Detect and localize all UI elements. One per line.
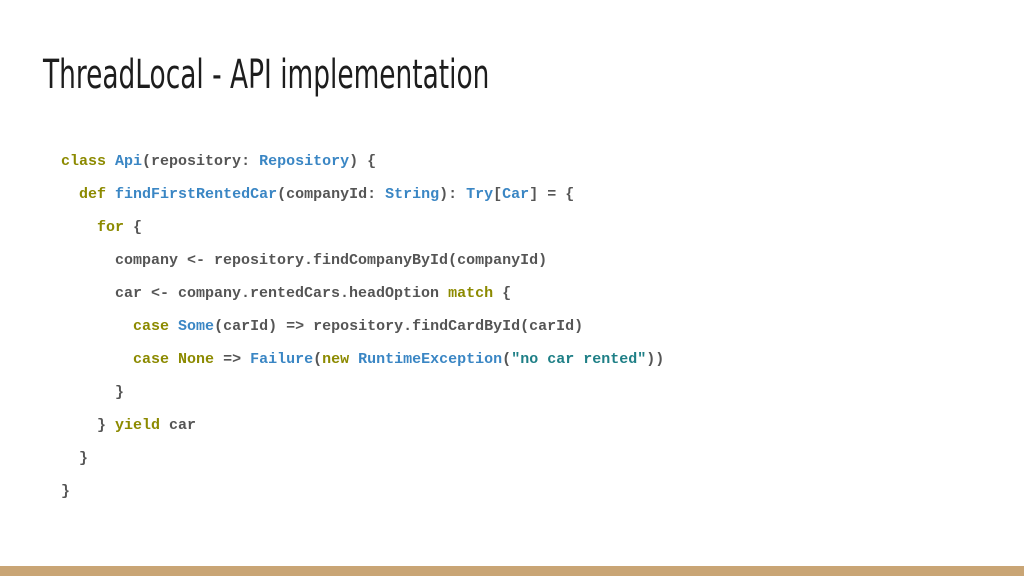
- code-token: ] = {: [529, 186, 575, 203]
- code-token: for: [97, 219, 125, 236]
- code-token: new: [322, 351, 350, 368]
- code-token: None: [178, 351, 215, 368]
- code-line: }: [61, 442, 664, 475]
- code-token: {: [493, 285, 512, 302]
- code-block: class Api(repository: Repository) { def …: [61, 145, 664, 508]
- code-line: }: [61, 376, 664, 409]
- code-token: ):: [439, 186, 467, 203]
- code-line: } yield car: [61, 409, 664, 442]
- code-token: (: [502, 351, 512, 368]
- code-token: Some: [178, 318, 215, 335]
- code-token: car: [160, 417, 197, 434]
- code-token: Api: [115, 153, 143, 170]
- code-token: "no car rented": [511, 351, 647, 368]
- code-token: match: [448, 285, 494, 302]
- code-token: def: [79, 186, 107, 203]
- code-line: class Api(repository: Repository) {: [61, 145, 664, 178]
- code-line: case Some(carId) => repository.findCardB…: [61, 310, 664, 343]
- code-token: Try: [466, 186, 494, 203]
- code-token: (repository:: [142, 153, 260, 170]
- code-token: ) {: [349, 153, 377, 170]
- code-token: Repository: [259, 153, 350, 170]
- code-line: car <- company.rentedCars.headOption mat…: [61, 277, 664, 310]
- code-token: {: [124, 219, 143, 236]
- slide-title: ThreadLocal - API implementation: [43, 52, 490, 98]
- code-token: }: [61, 450, 89, 467]
- code-token: case: [133, 318, 170, 335]
- code-token: case: [133, 351, 170, 368]
- code-token: (: [313, 351, 323, 368]
- code-token: (companyId:: [277, 186, 386, 203]
- code-token: [: [493, 186, 503, 203]
- code-token: RuntimeException: [358, 351, 503, 368]
- code-line: }: [61, 475, 664, 508]
- code-token: yield: [115, 417, 161, 434]
- code-token: Car: [502, 186, 530, 203]
- code-token: }: [61, 417, 116, 434]
- code-token: Failure: [250, 351, 314, 368]
- code-line: case None => Failure(new RuntimeExceptio…: [61, 343, 664, 376]
- code-token: class: [61, 153, 107, 170]
- code-token: String: [385, 186, 440, 203]
- code-line: company <- repository.findCompanyById(co…: [61, 244, 664, 277]
- code-token: }: [61, 384, 125, 401]
- code-token: company <- repository.findCompanyById(co…: [61, 252, 548, 269]
- code-token: car <- company.rentedCars.headOption: [61, 285, 449, 302]
- code-line: for {: [61, 211, 664, 244]
- code-token: findFirstRentedCar: [115, 186, 278, 203]
- code-token: }: [61, 483, 71, 500]
- bottom-accent-bar: [0, 566, 1024, 576]
- code-token: )): [646, 351, 665, 368]
- code-line: def findFirstRentedCar(companyId: String…: [61, 178, 664, 211]
- slide: ThreadLocal - API implementation class A…: [0, 0, 1024, 576]
- code-token: =>: [214, 351, 251, 368]
- code-token: (carId) => repository.findCardById(carId…: [214, 318, 584, 335]
